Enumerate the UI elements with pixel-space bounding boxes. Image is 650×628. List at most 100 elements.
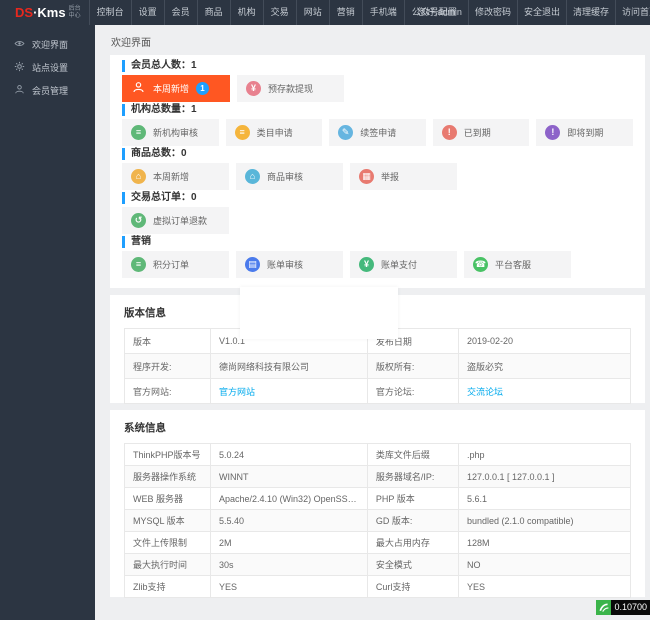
stat-button-bill-pay[interactable]: ¥ 账单支付: [350, 251, 457, 278]
table-row: 服务器操作系统 WINNT 服务器域名/IP: 127.0.0.1 [ 127.0.0…: [123, 465, 632, 488]
table-cell: 程序开发:: [123, 353, 212, 379]
system-card: 系统信息 ThinkPHP版本号 5.0.24 类库文件后缀 .php 服务器操作系统 W…: [110, 410, 645, 598]
table-cell: 5.5.40: [210, 509, 368, 532]
button-row-org-total: ≡ 新机构审核 ≡ 类目申请 ✎ 续签申请! 已到期! 即将到期: [122, 119, 633, 146]
top-nav-trade[interactable]: 交易: [262, 0, 296, 25]
stat-button-member-new-this-week[interactable]: 本周新增 1: [122, 75, 230, 102]
stat-button-label: 已到期: [463, 128, 491, 138]
table-cell: 版本: [123, 328, 212, 354]
sidebar-item-welcome[interactable]: 欢迎界面: [0, 33, 95, 56]
table-cell: Curl支持: [366, 575, 459, 598]
sidebar-item-site-settings[interactable]: 站点设置: [0, 56, 95, 79]
table-row: MYSQL 版本 5.5.40 GD 版本: bundled (2.1.0 compa…: [123, 509, 632, 532]
page-title: 欢迎界面: [111, 38, 151, 49]
report-icon: ▦: [359, 169, 374, 184]
top-nav-product[interactable]: 商品: [196, 0, 230, 25]
table-cell: 官方论坛:: [366, 378, 459, 404]
table-cell: 127.0.0.1 [ 127.0.0.1 ]: [457, 465, 632, 488]
table-cell: 30s: [210, 553, 368, 576]
user-icon: [131, 81, 146, 96]
stat-button-deposit-withdraw[interactable]: ¥ 预存款提现: [237, 75, 344, 102]
table-row: 文件上传限制 2M 最大占用内存 128M: [123, 531, 632, 554]
table-cell: PHP 版本: [366, 487, 459, 510]
table-cell: 服务器域名/IP:: [366, 465, 459, 488]
logo-subtitle-line1: 后台: [68, 5, 81, 12]
stat-button-category-apply[interactable]: ≡ 类目申请: [225, 119, 323, 146]
top-nav: 控制台 设置 会员 商品 机构 交易 网站 营销 手机端 公众号配置: [88, 0, 464, 25]
count-badge: 1: [196, 82, 210, 95]
user-nav-safe-logout[interactable]: 安全退出: [516, 0, 566, 25]
stat-button-label: 账单支付: [381, 260, 418, 270]
expiring-icon: !: [545, 125, 561, 140]
stat-button-renew-apply[interactable]: ✎ 续签申请: [329, 119, 426, 146]
table-cell: 2M: [210, 531, 368, 554]
table-link[interactable]: 交流论坛: [457, 378, 632, 404]
table-link[interactable]: 官方网站: [210, 378, 368, 404]
section-title-member-total: 会员总人数：1: [122, 60, 633, 72]
table-cell: bundled (2.1.0 compatible): [457, 509, 632, 532]
table-cell: 版权所有:: [366, 353, 459, 379]
top-nav-member[interactable]: 会员: [163, 0, 197, 25]
bill-pay-icon: ¥: [359, 257, 374, 272]
refund-icon: ↺: [131, 213, 146, 228]
stat-button-product-new-this-week[interactable]: ⌂ 本周新增: [122, 163, 229, 190]
top-nav-marketing[interactable]: 营销: [328, 0, 362, 25]
stat-button-points-order[interactable]: ≡ 积分订单: [122, 251, 229, 278]
table-cell: MYSQL 版本: [123, 509, 212, 532]
stat-button-virtual-order-refund[interactable]: ↺ 虚拟订单退款: [122, 207, 229, 234]
stat-button-product-audit[interactable]: ⌂ 商品审核: [236, 163, 343, 190]
section-title-trade-orders: 交易总订单：0: [122, 192, 633, 204]
stat-button-bill-audit[interactable]: ▤ 账单审核: [236, 251, 343, 278]
thinkphp-trace-icon[interactable]: [596, 600, 612, 615]
table-row: WEB 服务器 Apache/2.4.10 (Win32) OpenSSL/1.0…: [123, 487, 632, 510]
table-cell: YES: [457, 575, 632, 598]
stat-button-label: 类目申请: [256, 128, 293, 138]
user-nav-visit-home[interactable]: 访问首页: [614, 0, 650, 25]
top-nav-organization[interactable]: 机构: [229, 0, 263, 25]
section-title-org-total: 机构总数量：1: [122, 104, 633, 116]
table-cell: 128M: [457, 531, 632, 554]
stat-button-label: 账单审核: [267, 260, 304, 270]
stat-button-report[interactable]: ▦ 举报: [350, 163, 457, 190]
sidebar-item-label: 欢迎界面: [32, 40, 69, 50]
stat-button-expired[interactable]: ! 已到期: [432, 119, 530, 146]
table-cell: NO: [457, 553, 632, 576]
table-cell: Apache/2.4.10 (Win32) OpenSSL/1.0.1i mod…: [210, 487, 368, 510]
stat-button-platform-service[interactable]: ☎ 平台客服: [464, 251, 571, 278]
system-table: ThinkPHP版本号 5.0.24 类库文件后缀 .php 服务器操作系统 WINNT 服…: [123, 443, 632, 598]
stat-button-label: 平台客服: [495, 260, 532, 270]
sidebar-item-label: 站点设置: [32, 63, 69, 73]
top-nav-settings[interactable]: 设置: [130, 0, 164, 25]
table-cell: 安全模式: [366, 553, 459, 576]
table-cell: 类库文件后缀: [366, 443, 459, 466]
table-row: 最大执行时间 30s 安全模式 NO: [123, 553, 632, 576]
stat-button-label: 新机构审核: [153, 128, 199, 138]
table-cell: 德尚网络科技有限公司: [210, 353, 368, 379]
org-audit-icon: ≡: [131, 125, 146, 140]
stat-button-new-org-audit[interactable]: ≡ 新机构审核: [122, 119, 219, 146]
app-logo: DS ·Kms 后台 中心: [0, 5, 89, 20]
stat-button-label: 虚拟订单退款: [153, 216, 208, 226]
stat-button-label: 续签申请: [360, 128, 397, 138]
top-nav-website[interactable]: 网站: [295, 0, 329, 25]
logo-subtitle: 后台 中心: [69, 6, 81, 20]
button-row-trade-orders: ↺ 虚拟订单退款: [122, 207, 633, 234]
trace-bar: 0.10700: [596, 600, 650, 615]
stat-button-label: 本周新增: [153, 172, 190, 182]
user-nav-greeting[interactable]: 您好,admin: [411, 0, 468, 25]
stats-card: 会员总人数：1 本周新增 1 ¥ 预存款提现 机构总数量：1 ≡ 新机构审核 ≡ 类目申请 ✎ 续签申…: [110, 55, 645, 288]
table-cell: 盗版必究: [457, 353, 632, 379]
top-nav-mobile[interactable]: 手机端: [361, 0, 404, 25]
table-cell: WINNT: [210, 465, 368, 488]
stat-button-expiring-soon[interactable]: ! 即将到期: [536, 119, 633, 146]
stat-button-label: 本周新增: [153, 84, 190, 94]
logo-brand-white: ·Kms: [33, 5, 66, 20]
logo-subtitle-line2: 中心: [68, 12, 81, 19]
sidebar-item-member-management[interactable]: 会员管理: [0, 79, 95, 102]
top-nav-console[interactable]: 控制台: [88, 0, 131, 25]
user-nav-change-password[interactable]: 修改密码: [467, 0, 517, 25]
table-row: 官方网站: 官方网站 官方论坛: 交流论坛: [123, 378, 632, 404]
button-row-product-total: ⌂ 本周新增 ⌂ 商品审核 ▦ 举报: [122, 163, 633, 190]
table-cell: YES: [210, 575, 368, 598]
user-nav-clear-cache[interactable]: 清理缓存: [565, 0, 615, 25]
